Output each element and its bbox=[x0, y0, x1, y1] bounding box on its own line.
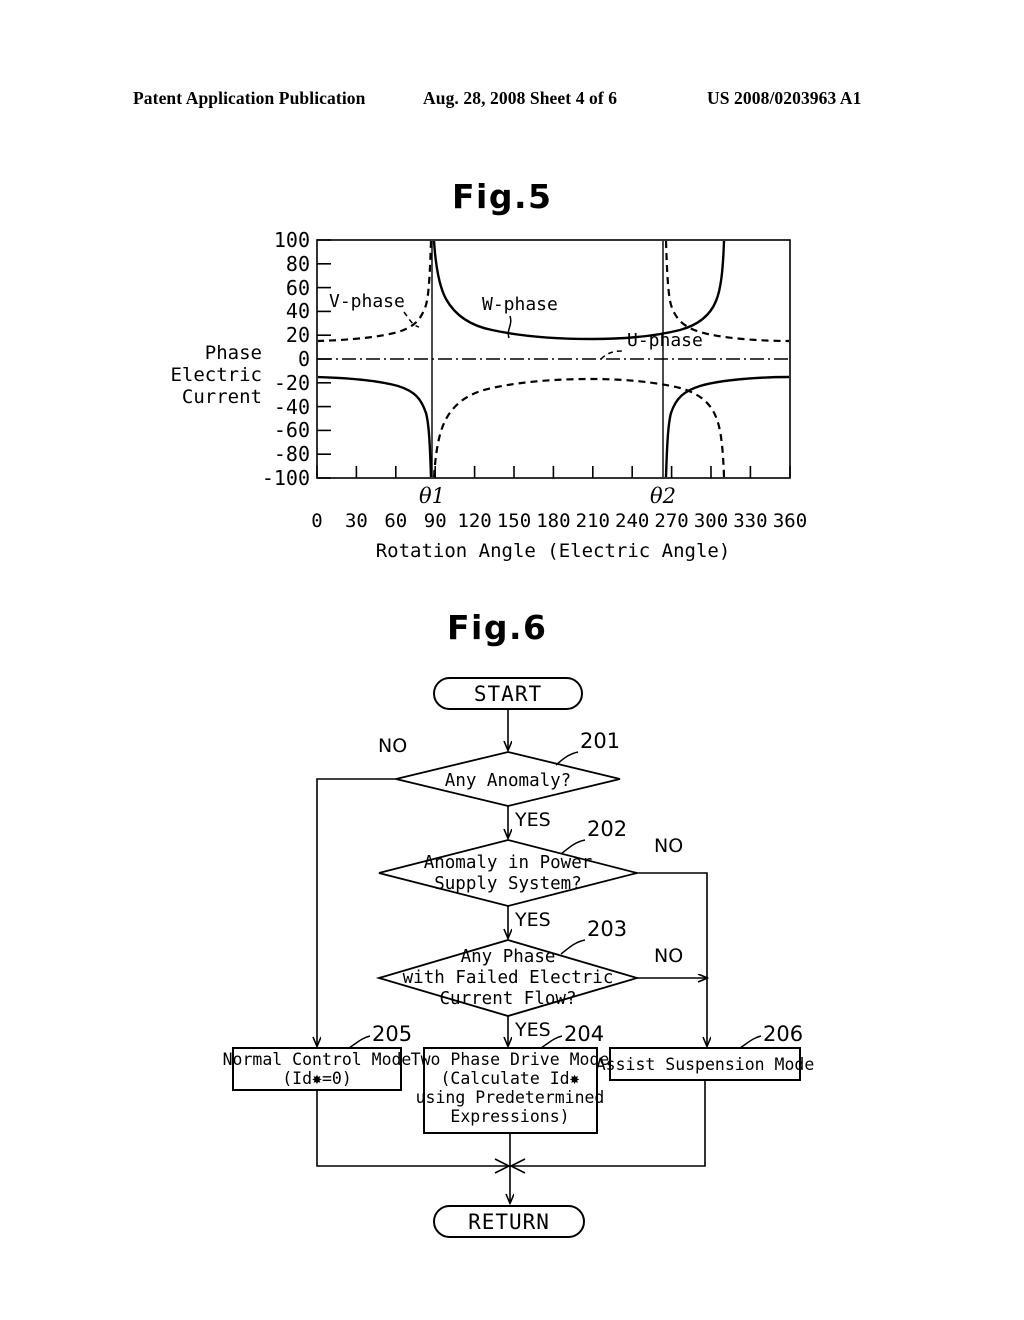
start-label: START bbox=[474, 682, 542, 706]
branch-203-yes-label: YES bbox=[514, 1019, 551, 1041]
ref-201-label: 201 bbox=[580, 729, 620, 753]
branch-201-no-label: NO bbox=[378, 735, 407, 757]
figure-6: Fig.6 START Any Anomaly? 201 NO YES Anom… bbox=[0, 0, 1024, 1320]
ref-202-label: 202 bbox=[587, 817, 627, 841]
flowchart-decision-203: Any Phase with Failed Electric Current F… bbox=[375, 939, 641, 1017]
ref-201-leader bbox=[555, 751, 579, 766]
ref-203-leader bbox=[560, 939, 586, 955]
figure-6-flowchart: START Any Anomaly? 201 NO YES Anomaly in… bbox=[223, 677, 815, 1238]
decision-203-text: with Failed Electric bbox=[403, 968, 614, 988]
decision-202-text: Supply System? bbox=[434, 874, 582, 894]
ref-202-leader bbox=[560, 839, 586, 855]
flowchart-start-node: START bbox=[433, 677, 583, 710]
flowchart-decision-202: Anomaly in Power Supply System? bbox=[378, 839, 638, 907]
process-205-text: (Id✸=0) bbox=[282, 1069, 352, 1088]
branch-202-yes-label: YES bbox=[514, 909, 551, 931]
decision-202-text: Anomaly in Power bbox=[424, 853, 593, 873]
ref-204-label: 204 bbox=[564, 1022, 604, 1046]
ref-206-leader bbox=[739, 1035, 762, 1049]
branch-203-no-label: NO bbox=[654, 945, 683, 967]
flowchart-decision-201: Any Anomaly? bbox=[395, 751, 621, 807]
branch-202-no-label: NO bbox=[654, 835, 683, 857]
ref-206-label: 206 bbox=[763, 1022, 803, 1046]
ref-203-label: 203 bbox=[587, 917, 627, 941]
ref-205-leader bbox=[348, 1035, 371, 1049]
process-204-text: Two Phase Drive Mode bbox=[411, 1050, 610, 1069]
decision-203-text: Current Flow? bbox=[440, 989, 577, 1009]
flowchart-process-204: Two Phase Drive Mode (Calculate Id✸ usin… bbox=[411, 1047, 610, 1134]
process-204-text: using Predetermined bbox=[416, 1088, 605, 1107]
process-204-text: Expressions) bbox=[450, 1107, 569, 1126]
process-205-text: Normal Control Mode bbox=[223, 1050, 412, 1069]
connector-201-no-to-205 bbox=[317, 778, 396, 1046]
branch-201-yes-label: YES bbox=[514, 809, 551, 831]
flowchart-process-205: Normal Control Mode (Id✸=0) bbox=[223, 1047, 412, 1091]
ref-205-label: 205 bbox=[372, 1022, 412, 1046]
flowchart-return-node: RETURN bbox=[433, 1205, 585, 1238]
flowchart-process-206: Assist Suspension Mode bbox=[596, 1047, 815, 1081]
return-label: RETURN bbox=[468, 1210, 550, 1234]
decision-201-text: Any Anomaly? bbox=[445, 771, 571, 791]
process-204-text: (Calculate Id✸ bbox=[440, 1069, 579, 1088]
process-206-text: Assist Suspension Mode bbox=[596, 1055, 815, 1074]
decision-203-text: Any Phase bbox=[461, 947, 556, 967]
